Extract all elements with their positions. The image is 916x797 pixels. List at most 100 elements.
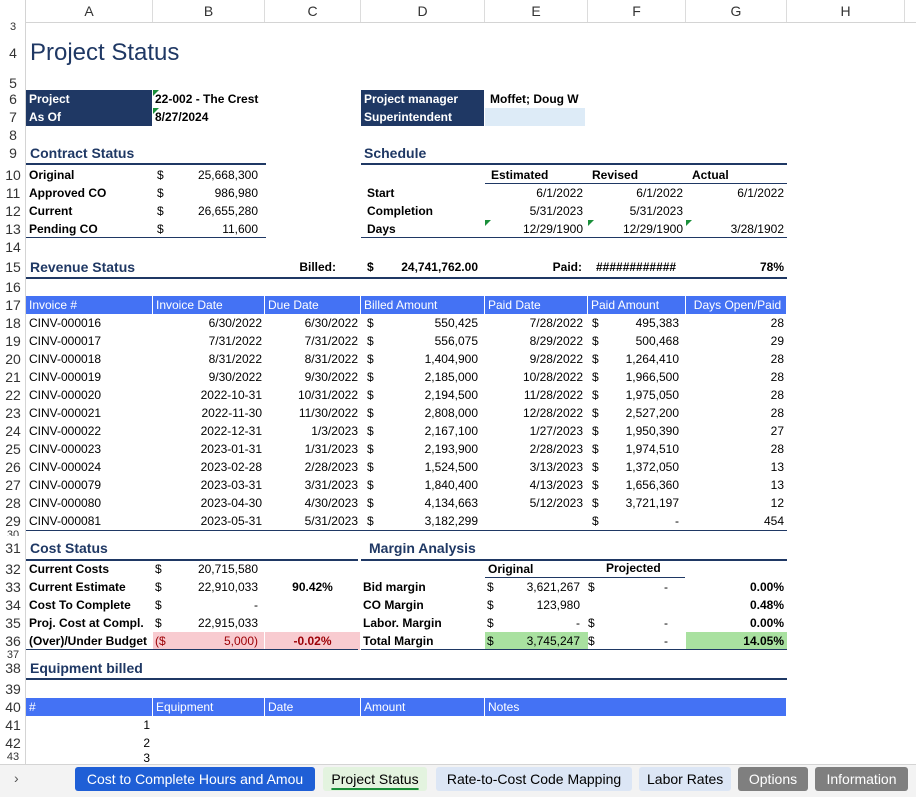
invoice-days-open[interactable]: 454 (688, 512, 784, 530)
invoice-paid-amount[interactable]: 1,372,050 (605, 458, 679, 476)
invoice-number[interactable]: CINV-000020 (29, 386, 152, 404)
margin-label[interactable]: Total Margin (363, 632, 483, 650)
invoice-due-date[interactable]: 4/30/2023 (267, 494, 358, 512)
invoice-paid-date[interactable]: 8/29/2022 (487, 332, 583, 350)
schedule-header-revised[interactable]: Revised (592, 166, 682, 184)
invoice-paid-date[interactable]: 1/27/2023 (487, 422, 583, 440)
schedule-estimated[interactable]: 12/29/1900 (487, 220, 583, 238)
margin-label[interactable]: Labor. Margin (363, 614, 483, 632)
margin-label[interactable]: CO Margin (363, 596, 483, 614)
cost-label[interactable]: Current Costs (29, 560, 152, 578)
cost-value[interactable]: 22,910,033 (172, 578, 258, 596)
sheet-tab-cost-to-complete-hours-and-amou[interactable]: Cost to Complete Hours and Amou (75, 767, 315, 791)
project-value[interactable]: 22-002 - The Crest (155, 90, 355, 108)
asof-label[interactable]: As Of (26, 108, 152, 126)
invoice-billed-amount[interactable]: 556,075 (380, 332, 478, 350)
margin-percent[interactable]: 0.00% (688, 578, 784, 596)
row-header-26[interactable]: 26 (0, 458, 25, 476)
invoice-date[interactable]: 2023-05-31 (155, 512, 262, 530)
margin-original-currency[interactable]: $ (487, 578, 501, 596)
invoice-due-date[interactable]: 9/30/2022 (267, 368, 358, 386)
billed-currency[interactable]: $ (367, 256, 381, 278)
cost-percent[interactable]: -0.02% (265, 632, 360, 650)
invoice-billed-amount[interactable]: 2,167,100 (380, 422, 478, 440)
equipment-header-1[interactable]: Equipment (153, 698, 265, 716)
paid-percent[interactable]: 78% (700, 256, 784, 278)
row-header-17[interactable]: 17 (0, 296, 25, 314)
equipment-row-number[interactable]: 3 (60, 752, 150, 764)
row-header-18[interactable]: 18 (0, 314, 25, 332)
row-header-32[interactable]: 32 (0, 560, 25, 578)
margin-header-original[interactable]: Original (488, 560, 578, 578)
invoice-date[interactable]: 9/30/2022 (155, 368, 262, 386)
invoice-paid-amount[interactable]: 1,656,360 (605, 476, 679, 494)
margin-original-value[interactable]: 3,621,267 (500, 578, 580, 596)
invoice-date[interactable]: 2023-04-30 (155, 494, 262, 512)
contract-currency[interactable]: $ (157, 202, 171, 220)
select-all-corner[interactable] (0, 0, 26, 22)
margin-percent[interactable]: 0.48% (688, 596, 784, 614)
invoice-paid-amount[interactable]: 3,721,197 (605, 494, 679, 512)
margin-projected-value[interactable]: - (600, 614, 668, 632)
cost-label[interactable]: Current Estimate (29, 578, 152, 596)
invoice-days-open[interactable]: 13 (688, 458, 784, 476)
invoice-paid-date[interactable]: 11/28/2022 (487, 386, 583, 404)
cost-value[interactable]: 5,000) (172, 632, 258, 650)
invoice-paid-amount[interactable]: 1,974,510 (605, 440, 679, 458)
invoice-number[interactable]: CINV-000022 (29, 422, 152, 440)
row-header-20[interactable]: 20 (0, 350, 25, 368)
invoice-billed-amount[interactable]: 1,524,500 (380, 458, 478, 476)
margin-original-currency[interactable]: $ (487, 596, 501, 614)
invoice-days-open[interactable]: 28 (688, 404, 784, 422)
sheet-tab-rate-to-cost-code-mapping[interactable]: Rate-to-Cost Code Mapping (436, 767, 632, 791)
row-header-43[interactable]: 43 (0, 752, 25, 764)
invoice-date[interactable]: 2023-01-31 (155, 440, 262, 458)
margin-original-value[interactable]: 3,745,247 (500, 632, 580, 650)
invoice-due-date[interactable]: 3/31/2023 (267, 476, 358, 494)
margin-original-currency[interactable]: $ (487, 614, 501, 632)
invoice-due-date[interactable]: 7/31/2022 (267, 332, 358, 350)
invoice-paid-date[interactable]: 12/28/2022 (487, 404, 583, 422)
invoice-number[interactable]: CINV-000017 (29, 332, 152, 350)
equipment-billed-title[interactable]: Equipment billed (30, 658, 230, 678)
row-header-5[interactable]: 5 (0, 76, 25, 90)
invoice-billed-amount[interactable]: 550,425 (380, 314, 478, 332)
invoice-days-open[interactable]: 13 (688, 476, 784, 494)
margin-original-value[interactable]: 123,980 (500, 596, 580, 614)
contract-value[interactable]: 986,980 (170, 184, 258, 202)
cost-value[interactable]: 22,915,033 (172, 614, 258, 632)
invoice-paid-date[interactable]: 5/12/2023 (487, 494, 583, 512)
page-title[interactable]: Project Status (30, 30, 360, 76)
contract-value[interactable]: 25,668,300 (170, 166, 258, 184)
invoice-billed-amount[interactable]: 1,840,400 (380, 476, 478, 494)
invoice-billed-amount[interactable]: 2,193,900 (380, 440, 478, 458)
invoice-paid-amount[interactable]: 1,966,500 (605, 368, 679, 386)
invoice-number[interactable]: CINV-000019 (29, 368, 152, 386)
invoice-header-5[interactable]: Paid Amount (588, 296, 686, 314)
invoice-number[interactable]: CINV-000016 (29, 314, 152, 332)
invoice-paid-date[interactable] (487, 512, 583, 530)
paid-value[interactable]: ############ (596, 256, 684, 278)
row-header-42[interactable]: 42 (0, 734, 25, 752)
invoice-header-1[interactable]: Invoice Date (153, 296, 265, 314)
row-header-38[interactable]: 38 (0, 658, 25, 678)
invoice-paid-date[interactable]: 3/13/2023 (487, 458, 583, 476)
invoice-date[interactable]: 7/31/2022 (155, 332, 262, 350)
invoice-due-date[interactable]: 8/31/2022 (267, 350, 358, 368)
invoice-days-open[interactable]: 28 (688, 440, 784, 458)
cost-label[interactable]: (Over)/Under Budget (29, 632, 152, 650)
invoice-days-open[interactable]: 28 (688, 386, 784, 404)
revenue-status-title[interactable]: Revenue Status (30, 256, 230, 278)
invoice-header-4[interactable]: Paid Date (485, 296, 588, 314)
margin-percent[interactable]: 14.05% (688, 632, 784, 650)
contract-label[interactable]: Original (29, 166, 152, 184)
invoice-paid-amount[interactable]: 500,468 (605, 332, 679, 350)
contract-status-title[interactable]: Contract Status (30, 144, 230, 162)
invoice-paid-date[interactable]: 4/13/2023 (487, 476, 583, 494)
schedule-actual[interactable]: 3/28/1902 (688, 220, 784, 238)
invoice-paid-date[interactable]: 7/28/2022 (487, 314, 583, 332)
row-header-15[interactable]: 15 (0, 256, 25, 278)
row-header-7[interactable]: 7 (0, 108, 25, 126)
row-header-33[interactable]: 33 (0, 578, 25, 596)
margin-percent[interactable]: 0.00% (688, 614, 784, 632)
